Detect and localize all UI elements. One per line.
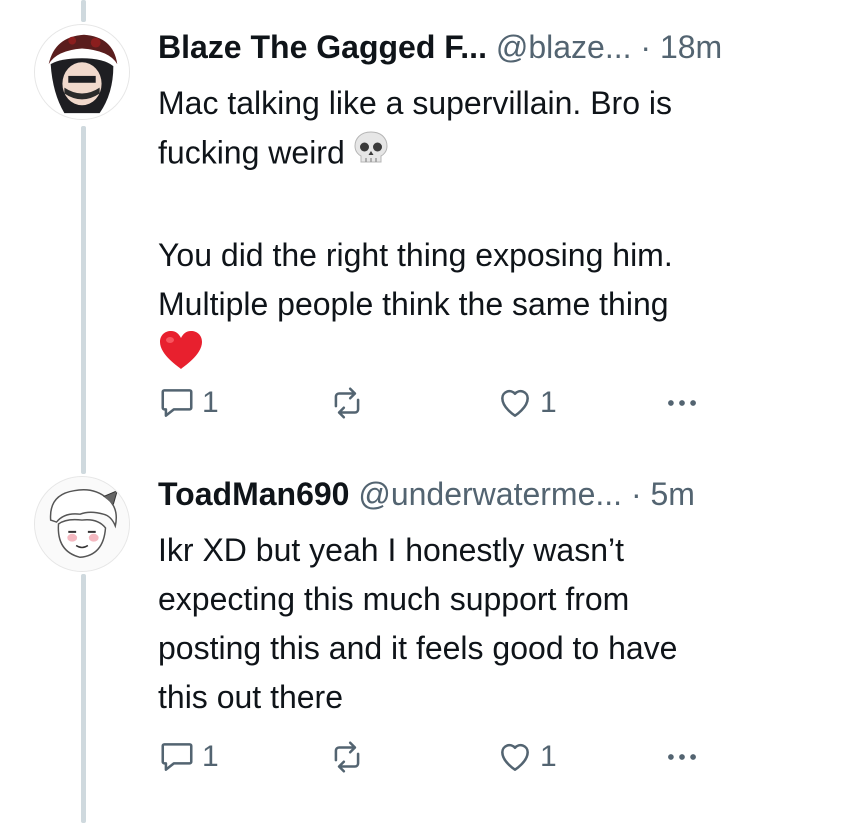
reply-count: 1 [202,386,219,419]
emoji-line [158,329,808,385]
repost-action[interactable] [328,737,366,777]
text-line: posting this and it feels good to have [158,630,678,666]
like-count: 1 [540,740,557,773]
speech-bubble-icon [161,743,193,771]
action-bar: 1 1 [158,737,718,777]
text-line: Mac talking like a supervillain. Bro is [158,85,672,121]
thread-line-bottom [81,574,86,823]
repost-arrows-icon [334,387,360,419]
reply-action[interactable]: 1 [158,737,219,777]
more-dots-icon [668,400,696,406]
more-dots-icon [668,754,696,760]
text-line: You did the right thing exposing him. [158,237,673,273]
text-line: this out there [158,679,343,715]
timestamp[interactable]: · 18m [640,29,722,65]
heart-outline-icon [501,389,529,417]
avatar-image [35,477,129,571]
avatar-image [35,25,129,119]
red-heart-emoji [158,329,204,385]
more-options-button[interactable] [663,383,701,423]
text-line: Ikr XD but yeah I honestly wasn’t [158,532,624,568]
heart-outline-icon [501,743,529,771]
repost-action[interactable] [328,383,366,423]
speech-bubble-icon [161,389,193,417]
reply-count: 1 [202,740,219,773]
reply-header: Blaze The Gagged F... @blaze... · 18m [158,26,828,68]
like-action[interactable]: 1 [496,737,557,777]
avatar-blaze[interactable] [34,24,130,120]
reply-header: ToadMan690 @underwaterme... · 5m [158,473,828,515]
handle[interactable]: @underwaterme... [358,476,622,512]
text-line: Multiple people think the same thing [158,286,669,322]
display-name[interactable]: Blaze The Gagged F... [158,29,487,65]
more-options-button[interactable] [663,737,701,777]
display-name[interactable]: ToadMan690 [158,476,349,512]
reply-text: Mac talking like a supervillain. Bro is … [158,79,808,385]
like-action[interactable]: 1 [496,383,557,423]
like-count: 1 [540,386,557,419]
reply-action[interactable]: 1 [158,383,219,423]
thread-line-middle [81,126,86,474]
text-line: fucking weird [158,134,345,171]
skull-emoji [351,128,391,182]
handle[interactable]: @blaze... [496,29,632,65]
action-bar: 1 1 [158,383,718,423]
timestamp[interactable]: · 5m [631,476,695,512]
text-line: expecting this much support from [158,581,630,617]
avatar-toadman[interactable] [34,476,130,572]
reply-text: Ikr XD but yeah I honestly wasn’t expect… [158,526,808,722]
thread-line-top [81,0,86,22]
text-line-with-emoji: fucking weird [158,128,808,182]
repost-arrows-icon [334,741,360,773]
